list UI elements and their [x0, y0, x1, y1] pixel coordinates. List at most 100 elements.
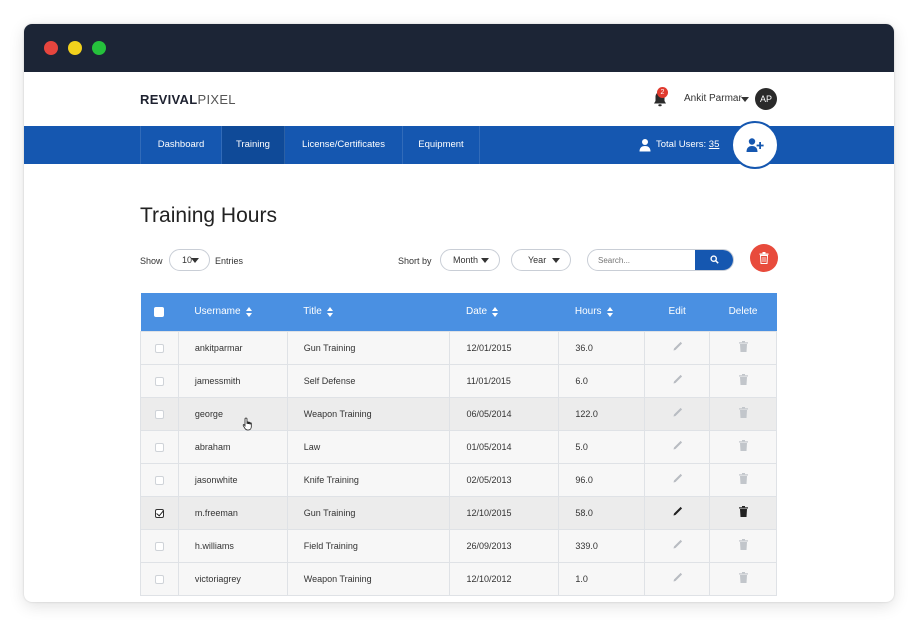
hours-cell: 96.0 [558, 462, 646, 497]
edit-button[interactable] [644, 495, 711, 530]
row-checkbox[interactable] [154, 508, 164, 518]
row-checkbox[interactable] [154, 574, 164, 584]
delete-button[interactable] [709, 462, 777, 497]
total-users-label: Total Users: [656, 139, 707, 150]
search-input[interactable] [588, 250, 696, 270]
trash-icon [738, 539, 748, 550]
search-button[interactable] [695, 250, 733, 270]
column-header-hours[interactable]: Hours [559, 293, 645, 331]
delete-button[interactable] [709, 495, 777, 530]
nav-item-license-certificates[interactable]: License/Certificates [285, 126, 403, 164]
edit-button[interactable] [644, 528, 711, 563]
row-select-cell [140, 330, 179, 365]
column-header-username[interactable]: Username [178, 293, 287, 331]
column-header-date[interactable]: Date [450, 293, 559, 331]
hours-cell: 6.0 [558, 363, 646, 398]
chevron-down-icon [481, 258, 489, 263]
row-checkbox[interactable] [154, 409, 164, 419]
row-checkbox[interactable] [154, 541, 164, 551]
delete-button[interactable] [709, 429, 777, 464]
table-row[interactable]: george Weapon Training 06/05/2014 122.0 [140, 396, 777, 431]
sort-icon[interactable] [326, 306, 333, 317]
date-cell: 06/05/2014 [449, 396, 560, 431]
date-cell: 11/01/2015 [449, 363, 560, 398]
nav-item-training[interactable]: Training [222, 126, 285, 164]
chevron-down-icon [191, 258, 199, 263]
delete-button[interactable] [709, 528, 777, 563]
row-select-cell [140, 561, 179, 596]
edit-button[interactable] [644, 330, 711, 365]
date-cell: 01/05/2014 [449, 429, 560, 464]
title-cell: Gun Training [286, 330, 451, 365]
row-checkbox[interactable] [154, 343, 164, 353]
avatar[interactable]: AP [755, 88, 777, 110]
date-cell: 02/05/2013 [449, 462, 560, 497]
row-checkbox[interactable] [154, 475, 164, 485]
username-cell: jamessmith [177, 363, 288, 398]
pencil-icon [673, 539, 682, 549]
nav-item-equipment[interactable]: Equipment [403, 126, 480, 164]
trash-icon [738, 506, 748, 517]
select-all-checkbox[interactable] [154, 306, 165, 317]
add-user-button[interactable] [731, 121, 779, 169]
hours-cell: 58.0 [558, 495, 646, 530]
chevron-down-icon[interactable] [741, 97, 749, 102]
year-select[interactable]: Year [511, 249, 571, 271]
maximize-window-button[interactable] [92, 41, 106, 55]
entries-label: Entries [215, 256, 244, 266]
notification-badge: 2 [657, 87, 668, 98]
title-cell: Weapon Training [286, 396, 451, 431]
table-row[interactable]: m.freeman Gun Training 12/10/2015 58.0 [140, 495, 777, 530]
pencil-icon [673, 506, 682, 516]
table-row[interactable]: h.williams Field Training 26/09/2013 339.0 [140, 528, 777, 563]
nav-item-dashboard[interactable]: Dashboard [140, 126, 222, 164]
month-select[interactable]: Month [440, 249, 500, 271]
sort-icon[interactable] [606, 306, 613, 317]
table-row[interactable]: jasonwhite Knife Training 02/05/2013 96.0 [140, 462, 777, 497]
column-label: Username [194, 306, 241, 318]
close-window-button[interactable] [44, 41, 58, 55]
delete-button[interactable] [709, 363, 777, 398]
username-cell: m.freeman [177, 495, 288, 530]
edit-button[interactable] [644, 396, 711, 431]
table-body: ankitparmar Gun Training 12/01/2015 36.0 jam… [140, 330, 777, 596]
row-checkbox[interactable] [154, 442, 164, 452]
delete-button[interactable] [709, 330, 777, 365]
table-row[interactable]: abraham Law 01/05/2014 5.0 [140, 429, 777, 464]
edit-button[interactable] [644, 429, 711, 464]
date-cell: 12/10/2015 [449, 495, 560, 530]
user-name[interactable]: Ankit Parmar [684, 93, 742, 104]
pointer-hand-icon [242, 417, 252, 431]
table-controls: Show 10 Entries Short by Month Year [24, 244, 894, 274]
date-cell: 26/09/2013 [449, 528, 560, 563]
table-row[interactable]: victoriagrey Weapon Training 12/10/2012 1.0 [140, 561, 777, 596]
table-row[interactable]: jamessmith Self Defense 11/01/2015 6.0 [140, 363, 777, 398]
chevron-down-icon [552, 258, 560, 263]
date-cell: 12/10/2012 [449, 561, 560, 596]
edit-button[interactable] [644, 363, 711, 398]
delete-button[interactable] [709, 396, 777, 431]
column-label: Title [303, 306, 322, 318]
delete-button[interactable] [709, 561, 777, 596]
trash-icon [738, 341, 748, 352]
table-row[interactable]: ankitparmar Gun Training 12/01/2015 36.0 [140, 330, 777, 365]
trash-icon [738, 374, 748, 385]
pencil-icon [673, 440, 682, 450]
row-checkbox[interactable] [154, 376, 164, 386]
sort-icon[interactable] [245, 306, 252, 317]
sort-label: Short by [398, 256, 432, 266]
entries-select[interactable]: 10 [169, 249, 210, 271]
title-cell: Self Defense [286, 363, 451, 398]
edit-button[interactable] [644, 462, 711, 497]
total-users-count[interactable]: 35 [709, 139, 720, 150]
column-header-title[interactable]: Title [287, 293, 450, 331]
show-label: Show [140, 256, 163, 266]
logo[interactable]: REVIVALPIXEL [140, 92, 236, 107]
sort-icon[interactable] [492, 306, 499, 317]
edit-button[interactable] [644, 561, 711, 596]
minimize-window-button[interactable] [68, 41, 82, 55]
hours-cell: 339.0 [558, 528, 646, 563]
logo-bold-text: REVIVAL [140, 92, 198, 107]
app-header: REVIVALPIXEL 2 Ankit Parmar AP [24, 72, 894, 126]
delete-selected-button[interactable] [750, 244, 778, 272]
